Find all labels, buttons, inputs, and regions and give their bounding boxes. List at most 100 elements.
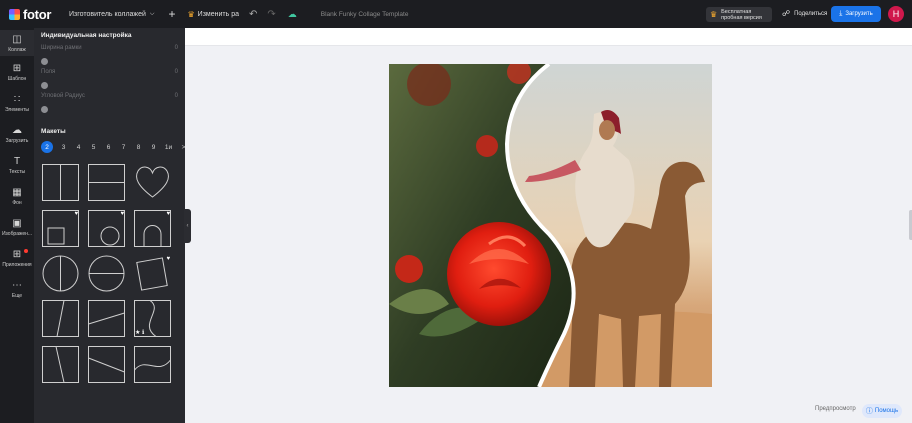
rail-item-label: Шаблон bbox=[7, 76, 27, 82]
rail-item-collage[interactable]: ◫ Коллаж bbox=[0, 30, 34, 56]
top-bar: fotor Изготовитель коллажей ⌵ + ♛ Измени… bbox=[0, 0, 912, 28]
premium-heart-icon: ♥ bbox=[166, 211, 170, 217]
layout-slant-left[interactable] bbox=[42, 346, 79, 383]
fotor-logo-icon bbox=[9, 8, 20, 20]
layout-arch-inset[interactable]: ♥ bbox=[134, 210, 171, 247]
rail-item-elements[interactable]: ∷ Элементы bbox=[0, 94, 34, 113]
layout-circle-horizontal[interactable] bbox=[88, 255, 125, 292]
help-button[interactable]: ⓘ Помощь bbox=[862, 404, 902, 418]
layout-diagonal-split[interactable] bbox=[42, 300, 79, 337]
collage-maker-label: Изготовитель коллажей bbox=[69, 10, 146, 18]
more-icon: ⋯ bbox=[12, 280, 22, 291]
help-icon: ⓘ bbox=[865, 408, 873, 415]
collage-icon: ◫ bbox=[12, 34, 22, 45]
rail-item-apps[interactable]: ⊞ Приложения bbox=[0, 249, 34, 268]
elements-icon: ∷ bbox=[13, 94, 21, 105]
notification-dot bbox=[24, 249, 28, 253]
padding-slider[interactable] bbox=[41, 82, 48, 89]
add-icon[interactable]: + bbox=[168, 7, 175, 21]
share-label: Поделиться bbox=[794, 10, 828, 17]
layout-wave-rows[interactable] bbox=[134, 346, 171, 383]
text-icon: T bbox=[13, 156, 21, 167]
layout-circle-inset[interactable]: ♥ bbox=[88, 210, 125, 247]
preview-button[interactable]: Предпросмотр bbox=[815, 406, 856, 412]
page-7[interactable]: 7 bbox=[116, 144, 131, 151]
redo-icon[interactable]: ↷ bbox=[267, 9, 275, 20]
undo-icon[interactable]: ↶ bbox=[249, 9, 257, 20]
rail-item-label: Приложения bbox=[2, 262, 32, 268]
premium-heart-icon: ♥ bbox=[74, 211, 78, 217]
trial-label-line2: пробная версия bbox=[721, 14, 762, 21]
rail-item-upload[interactable]: ☁ Загрузить bbox=[0, 125, 34, 144]
free-trial-button[interactable]: ♛ Бесплатная пробная версия bbox=[706, 7, 772, 22]
rail-item-images[interactable]: ▣ Изображен... bbox=[0, 218, 34, 237]
download-icon: ⤓ bbox=[839, 10, 843, 17]
selected-layout-badge-icon: ★ ℹ bbox=[135, 330, 145, 336]
layout-tilted-photo[interactable]: ♥ bbox=[134, 255, 171, 292]
logo-text: fotor bbox=[23, 6, 52, 22]
rail-item-more[interactable]: ⋯ Еще bbox=[0, 280, 34, 299]
cloud-saved-icon[interactable]: ☁ bbox=[288, 9, 297, 20]
resize-button[interactable]: ♛ Изменить ра bbox=[188, 10, 239, 19]
page-2[interactable]: 2 bbox=[41, 141, 53, 153]
collage-canvas[interactable] bbox=[389, 64, 712, 387]
canvas-toolbar-strip bbox=[185, 28, 912, 46]
rail-item-template[interactable]: ⊞ Шаблон bbox=[0, 63, 34, 82]
layout-wave-split[interactable]: ★ ℹ bbox=[134, 300, 171, 337]
premium-heart-icon: ♥ bbox=[120, 211, 124, 217]
apps-icon: ⊞ bbox=[12, 249, 22, 260]
page-8[interactable]: 8 bbox=[131, 144, 146, 151]
layout-square-inset[interactable]: ♥ bbox=[42, 210, 79, 247]
help-label: Помощь bbox=[874, 408, 899, 414]
layout-two-columns[interactable] bbox=[42, 164, 79, 201]
upload-icon: ☁ bbox=[12, 125, 22, 136]
page-4[interactable]: 4 bbox=[71, 144, 86, 151]
template-icon: ⊞ bbox=[12, 63, 22, 74]
slider-value: 0 bbox=[174, 93, 178, 99]
rail-item-label: Элементы bbox=[5, 107, 29, 113]
collapse-panel-button[interactable]: ‹ bbox=[184, 209, 191, 243]
document-title[interactable]: Blank Funky Collage Template bbox=[321, 11, 409, 18]
settings-title: Индивидуальная настройка bbox=[41, 32, 132, 39]
rail-item-text[interactable]: T Тексты bbox=[0, 156, 34, 175]
resize-label: Изменить ра bbox=[197, 10, 239, 18]
chevron-down-icon: ⌵ bbox=[149, 10, 155, 17]
page-5[interactable]: 5 bbox=[86, 144, 101, 151]
rail-item-label: Еще bbox=[11, 293, 23, 299]
share-button[interactable]: ☍ Поделиться bbox=[782, 9, 827, 18]
rail-item-label: Изображен... bbox=[1, 231, 33, 237]
page-3[interactable]: 3 bbox=[56, 144, 71, 151]
border-width-slider[interactable] bbox=[41, 58, 48, 65]
left-rail: ◫ Коллаж ⊞ Шаблон ∷ Элементы ☁ Загрузить… bbox=[0, 28, 34, 423]
fotor-logo[interactable]: fotor bbox=[9, 7, 59, 22]
layout-two-rows[interactable] bbox=[88, 164, 125, 201]
layout-heart[interactable] bbox=[134, 164, 171, 201]
collage-maker-dropdown[interactable]: Изготовитель коллажей ⌵ bbox=[69, 11, 154, 18]
slider-label: Поля bbox=[41, 69, 56, 75]
collage-image bbox=[389, 64, 712, 387]
layouts-title: Макеты bbox=[41, 128, 66, 135]
chevron-left-icon: ‹ bbox=[186, 223, 189, 229]
slider-label: Ширина рамки bbox=[41, 45, 82, 51]
layout-slant-rows[interactable] bbox=[88, 346, 125, 383]
corner-radius-row: Угловой Радиус 0 bbox=[41, 93, 178, 99]
rail-item-label: Фон bbox=[12, 200, 22, 206]
rail-item-label: Коллаж bbox=[8, 47, 26, 53]
download-button[interactable]: ⤓ Загрузить bbox=[831, 6, 881, 22]
page-10[interactable]: 1и bbox=[161, 144, 176, 151]
collage-panel: Индивидуальная настройка Ширина рамки 0 … bbox=[34, 28, 185, 423]
layout-diagonal-rows[interactable] bbox=[88, 300, 125, 337]
slider-label: Угловой Радиус bbox=[41, 93, 85, 99]
corner-radius-slider[interactable] bbox=[41, 106, 48, 113]
rail-item-background[interactable]: ▦ Фон bbox=[0, 187, 34, 206]
avatar[interactable]: H bbox=[888, 6, 904, 22]
slider-value: 0 bbox=[174, 69, 178, 75]
layout-circle-split[interactable] bbox=[42, 255, 79, 292]
layout-page-selector: 2 3 4 5 6 7 8 9 1и > bbox=[41, 141, 191, 153]
image-icon: ▣ bbox=[12, 218, 22, 229]
next-pages-icon[interactable]: > bbox=[176, 144, 191, 151]
page-6[interactable]: 6 bbox=[101, 144, 116, 151]
slider-value: 0 bbox=[174, 45, 178, 51]
page-9[interactable]: 9 bbox=[146, 144, 161, 151]
crown-icon: ♛ bbox=[187, 9, 195, 19]
